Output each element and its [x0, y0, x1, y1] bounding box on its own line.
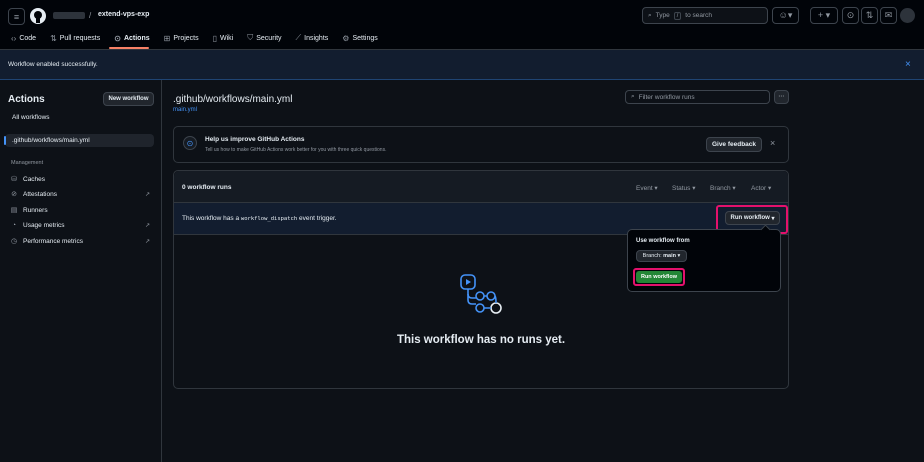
feedback-close-icon[interactable]: × [770, 138, 775, 148]
runs-header: 0 workflow runs Event ▾ Status ▾ Branch … [174, 171, 788, 203]
sidebar-item-selected-workflow[interactable]: .github/workflows/main.yml [4, 134, 154, 147]
create-new-icon[interactable]: + ▾ [810, 7, 838, 24]
feedback-title: Help us improve GitHub Actions [205, 136, 305, 143]
meter-icon: ◔ [11, 221, 17, 229]
search-placeholder-suffix: to search [685, 12, 713, 19]
sidebar-item-performance-metrics[interactable]: ◷ Performance metrics ↗ [10, 235, 155, 247]
workflow-graph-icon [458, 272, 504, 318]
issues-icon[interactable]: ⊙ [842, 7, 859, 24]
runs-count: 0 workflow runs [182, 184, 232, 191]
run-workflow-button[interactable]: Run workflow ▾ [725, 211, 780, 225]
pull-request-icon: ⇅ [50, 33, 57, 43]
tab-security[interactable]: ⛉ Security [247, 33, 281, 43]
verified-icon: ⊘ [11, 191, 17, 198]
workflow-file-link[interactable]: main.yml [173, 107, 197, 113]
give-feedback-button[interactable]: Give feedback [706, 137, 762, 152]
run-workflow-dropdown: Use workflow from Branch: main ▾ Run wor… [627, 224, 781, 292]
search-icon: ⌕ [631, 93, 635, 100]
sidebar-item-attestations[interactable]: ⊘ Attestations ↗ [10, 188, 155, 200]
search-icon: ⌕ [648, 11, 652, 19]
shield-icon: ⛉ [247, 33, 254, 42]
selected-indicator [4, 136, 6, 145]
filter-runs-input[interactable]: ⌕ Filter workflow runs [625, 90, 770, 104]
repo-separator: / [89, 11, 92, 20]
play-icon: ⊙ [114, 33, 121, 43]
page-title: .github/workflows/main.yml [173, 94, 293, 105]
trigger-code: workflow_dispatch [240, 216, 298, 222]
github-logo-icon[interactable] [30, 8, 46, 24]
banner-message: Workflow enabled successfully. [8, 61, 98, 68]
code-icon: ‹› [11, 33, 17, 43]
pull-requests-icon[interactable]: ⇅ [861, 7, 878, 24]
tab-projects[interactable]: ⊞ Projects [164, 34, 199, 43]
sidebar-item-usage-metrics[interactable]: ◔ Usage metrics ↗ [10, 219, 155, 231]
actor-filter[interactable]: Actor ▾ [751, 184, 771, 192]
search-shortcut-key: / [673, 11, 682, 20]
feedback-subtitle: Tell us how to make GitHub Actions work … [205, 147, 387, 153]
server-icon: ▤ [10, 207, 18, 214]
database-icon: ⛁ [11, 176, 17, 183]
search-input[interactable]: ⌕ Type / to search [642, 7, 768, 24]
management-heading: Management [11, 160, 44, 166]
use-workflow-from-label: Use workflow from [636, 238, 690, 244]
status-filter[interactable]: Status ▾ [672, 184, 696, 192]
search-placeholder-prefix: Type [655, 12, 670, 19]
sidebar-title: Actions [8, 94, 45, 105]
user-avatar[interactable] [900, 8, 915, 23]
tab-insights[interactable]: ⟋ Insights [296, 33, 329, 43]
branch-select[interactable]: Branch: main ▾ [636, 250, 687, 262]
sidebar-item-runners[interactable]: ▤ Runners [10, 204, 155, 216]
chevron-down-icon: ▾ [677, 253, 681, 259]
feedback-panel: ⊙ Help us improve GitHub Actions Tell us… [173, 126, 789, 163]
event-filter[interactable]: Event ▾ [636, 184, 658, 192]
branch-filter[interactable]: Branch ▾ [710, 184, 736, 192]
table-icon: ⊞ [163, 33, 171, 43]
empty-state-message: This workflow has no runs yet. [396, 334, 566, 346]
external-link-icon: ↗ [144, 238, 150, 245]
top-header: ≡ / extend-vps-exp ⌕ Type / to search ☺▾… [0, 0, 924, 50]
graph-icon: ⟋ [295, 33, 302, 42]
flash-banner: Workflow enabled successfully. × [0, 50, 924, 80]
sidebar-item-all-workflows[interactable]: All workflows [12, 114, 50, 121]
tab-pull-requests[interactable]: ⇅ Pull requests [50, 34, 100, 43]
copilot-icon[interactable]: ☺▾ [772, 7, 799, 24]
new-workflow-button[interactable]: New workflow [103, 92, 154, 106]
comment-icon: ⊙ [183, 136, 197, 150]
trigger-text: This workflow has a workflow_dispatch ev… [182, 215, 337, 222]
active-tab-indicator [109, 47, 149, 49]
repo-name[interactable]: extend-vps-exp [98, 11, 149, 18]
gear-icon: ⚙ [342, 33, 350, 43]
sidebar-workflow-label: .github/workflows/main.yml [12, 137, 90, 144]
tab-wiki[interactable]: ▯ Wiki [213, 34, 234, 43]
external-link-icon: ↗ [144, 191, 150, 198]
chevron-down-icon: ▾ [771, 215, 775, 222]
menu-icon[interactable]: ≡ [8, 8, 25, 25]
more-options-button[interactable]: ··· [774, 90, 789, 104]
external-link-icon: ↗ [144, 222, 150, 229]
tab-settings[interactable]: ⚙ Settings [342, 34, 377, 43]
sidebar-item-caches[interactable]: ⛁ Caches [10, 173, 155, 185]
banner-close-icon[interactable]: × [905, 59, 911, 70]
book-icon: ▯ [212, 33, 218, 43]
inbox-icon[interactable]: ✉ [880, 7, 897, 24]
tab-code[interactable]: ‹› Code [11, 34, 36, 43]
pulse-icon: ◷ [10, 238, 18, 245]
tab-actions[interactable]: ⊙ Actions [114, 34, 149, 43]
run-workflow-submit-button[interactable]: Run workflow [636, 271, 682, 283]
owner-avatar[interactable] [53, 12, 85, 19]
repo-tabs: ‹› Code ⇅ Pull requests ⊙ Actions ⊞ Projects… [11, 33, 378, 43]
